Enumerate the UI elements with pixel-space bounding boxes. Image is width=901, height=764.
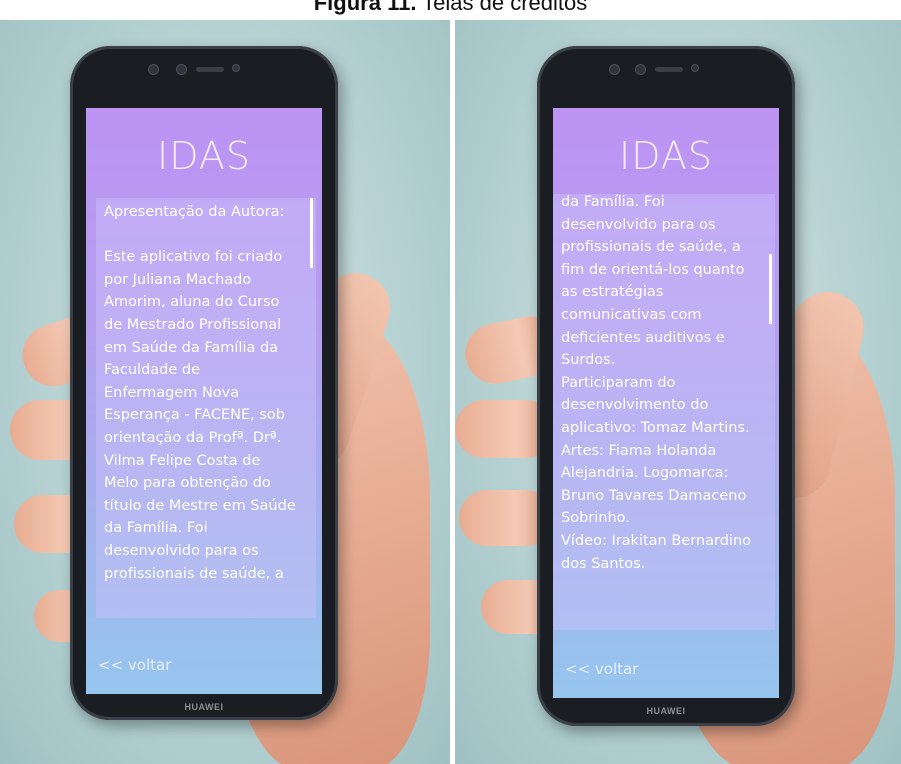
sensor-icon bbox=[176, 64, 187, 75]
photo-right: IDAS da Família. Foi desenvolvido para o… bbox=[455, 20, 901, 764]
scrollbar-thumb[interactable] bbox=[310, 198, 313, 268]
app-title: IDAS bbox=[619, 134, 713, 178]
back-button[interactable]: << voltar bbox=[98, 656, 171, 674]
phone-brand-logo: HUAWEI bbox=[646, 706, 686, 716]
phone-brand-logo: HUAWEI bbox=[184, 702, 224, 712]
phone-right: IDAS da Família. Foi desenvolvido para o… bbox=[537, 46, 795, 726]
caption-label: Figura 11. bbox=[313, 0, 417, 15]
caption-text: Telas de créditos bbox=[416, 0, 588, 15]
sensor-icon bbox=[635, 64, 646, 75]
credits-text: da Família. Foi desenvolvido para os pro… bbox=[561, 194, 752, 572]
credits-text-panel[interactable]: Apresentação da Autora: Este aplicativo … bbox=[96, 198, 316, 618]
sensor-icon bbox=[691, 64, 699, 72]
phone-top-bezel bbox=[70, 46, 338, 108]
credits-text: Apresentação da Autora: Este aplicativo … bbox=[104, 204, 296, 582]
figure-caption: Figura 11. Telas de créditos bbox=[0, 0, 901, 18]
credits-text-panel[interactable]: da Família. Foi desenvolvido para os pro… bbox=[553, 194, 775, 630]
phone-left: IDAS Apresentação da Autora: Este aplica… bbox=[70, 46, 338, 720]
front-camera-icon bbox=[609, 64, 620, 75]
sensor-icon bbox=[232, 64, 240, 72]
scrollbar-thumb[interactable] bbox=[769, 254, 772, 324]
app-screen: IDAS Apresentação da Autora: Este aplica… bbox=[86, 108, 322, 694]
earpiece-speaker bbox=[196, 67, 224, 72]
front-camera-icon bbox=[148, 64, 159, 75]
earpiece-speaker bbox=[655, 67, 683, 72]
app-screen: IDAS da Família. Foi desenvolvido para o… bbox=[553, 108, 779, 698]
phone-top-bezel bbox=[537, 46, 795, 108]
back-button[interactable]: << voltar bbox=[565, 660, 638, 678]
photo-left: IDAS Apresentação da Autora: Este aplica… bbox=[0, 20, 450, 764]
app-title: IDAS bbox=[157, 134, 251, 178]
